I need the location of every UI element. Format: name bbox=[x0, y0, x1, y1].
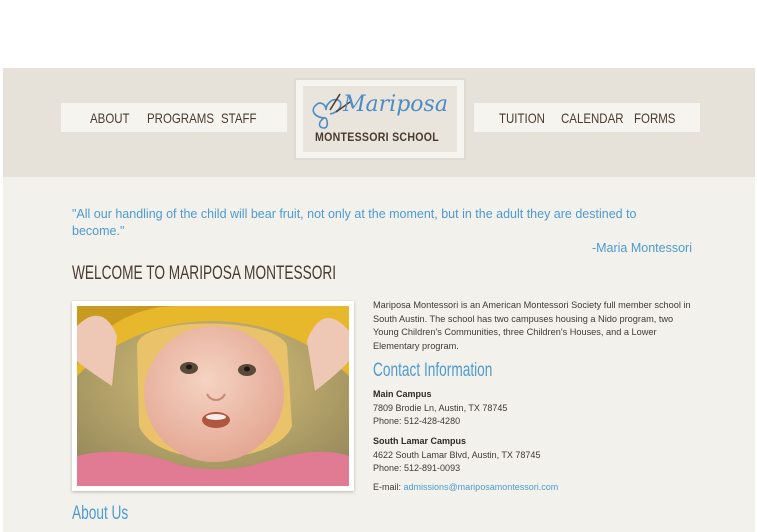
quote-author: -Maria Montessori bbox=[591, 241, 692, 255]
intro-paragraph: Mariposa Montessori is an American Monte… bbox=[373, 300, 691, 351]
main-campus-block: Main Campus 7809 Brodie Ln, Austin, TX 7… bbox=[373, 388, 507, 429]
photo-frame bbox=[72, 301, 354, 491]
logo-wordmark: Mariposa bbox=[343, 92, 448, 117]
email-line: E-mail: admissions@mariposamontessori.co… bbox=[373, 482, 558, 492]
main-campus-phone: Phone: 512-428-4280 bbox=[373, 416, 461, 426]
quote-text: "All our handling of the child will bear… bbox=[72, 207, 637, 238]
lamar-campus-name: South Lamar Campus bbox=[373, 436, 467, 446]
lamar-campus-address: 4622 South Lamar Blvd, Austin, TX 78745 bbox=[373, 449, 541, 460]
nav-about[interactable]: ABOUT bbox=[90, 110, 130, 126]
email-link[interactable]: admissions@mariposamontessori.com bbox=[404, 482, 559, 492]
about-heading: About Us bbox=[72, 503, 129, 524]
nav-calendar[interactable]: CALENDAR bbox=[561, 110, 624, 126]
lamar-campus-phone: Phone: 512-891-0093 bbox=[373, 463, 461, 473]
nav-programs[interactable]: PROGRAMS bbox=[147, 110, 214, 126]
lamar-campus-block: South Lamar Campus 4622 South Lamar Blvd… bbox=[373, 435, 540, 476]
quote-block: "All our handling of the child will bear… bbox=[72, 206, 692, 257]
nav-left: ABOUT PROGRAMS STAFF bbox=[61, 103, 287, 132]
site-logo[interactable]: Mariposa MONTESSORI SCHOOL bbox=[294, 78, 466, 160]
nav-right: TUITION CALENDAR FORMS bbox=[474, 103, 700, 132]
logo-plate: Mariposa MONTESSORI SCHOOL bbox=[303, 86, 457, 152]
site-header: ABOUT PROGRAMS STAFF Mariposa MONTESSORI… bbox=[3, 68, 755, 177]
page-title: WELCOME TO MARIPOSA MONTESSORI bbox=[72, 263, 337, 284]
nav-staff[interactable]: STAFF bbox=[221, 110, 257, 126]
main-campus-name: Main Campus bbox=[373, 389, 432, 399]
page-body: ABOUT PROGRAMS STAFF Mariposa MONTESSORI… bbox=[3, 68, 755, 532]
main-campus-address: 7809 Brodie Ln, Austin, TX 78745 bbox=[373, 402, 508, 413]
logo-subtitle: MONTESSORI SCHOOL bbox=[315, 132, 440, 144]
nav-forms[interactable]: FORMS bbox=[634, 110, 675, 126]
nav-tuition[interactable]: TUITION bbox=[499, 110, 545, 126]
child-photo bbox=[77, 306, 349, 486]
contact-heading: Contact Information bbox=[373, 360, 493, 381]
email-label: E-mail: bbox=[373, 482, 402, 492]
